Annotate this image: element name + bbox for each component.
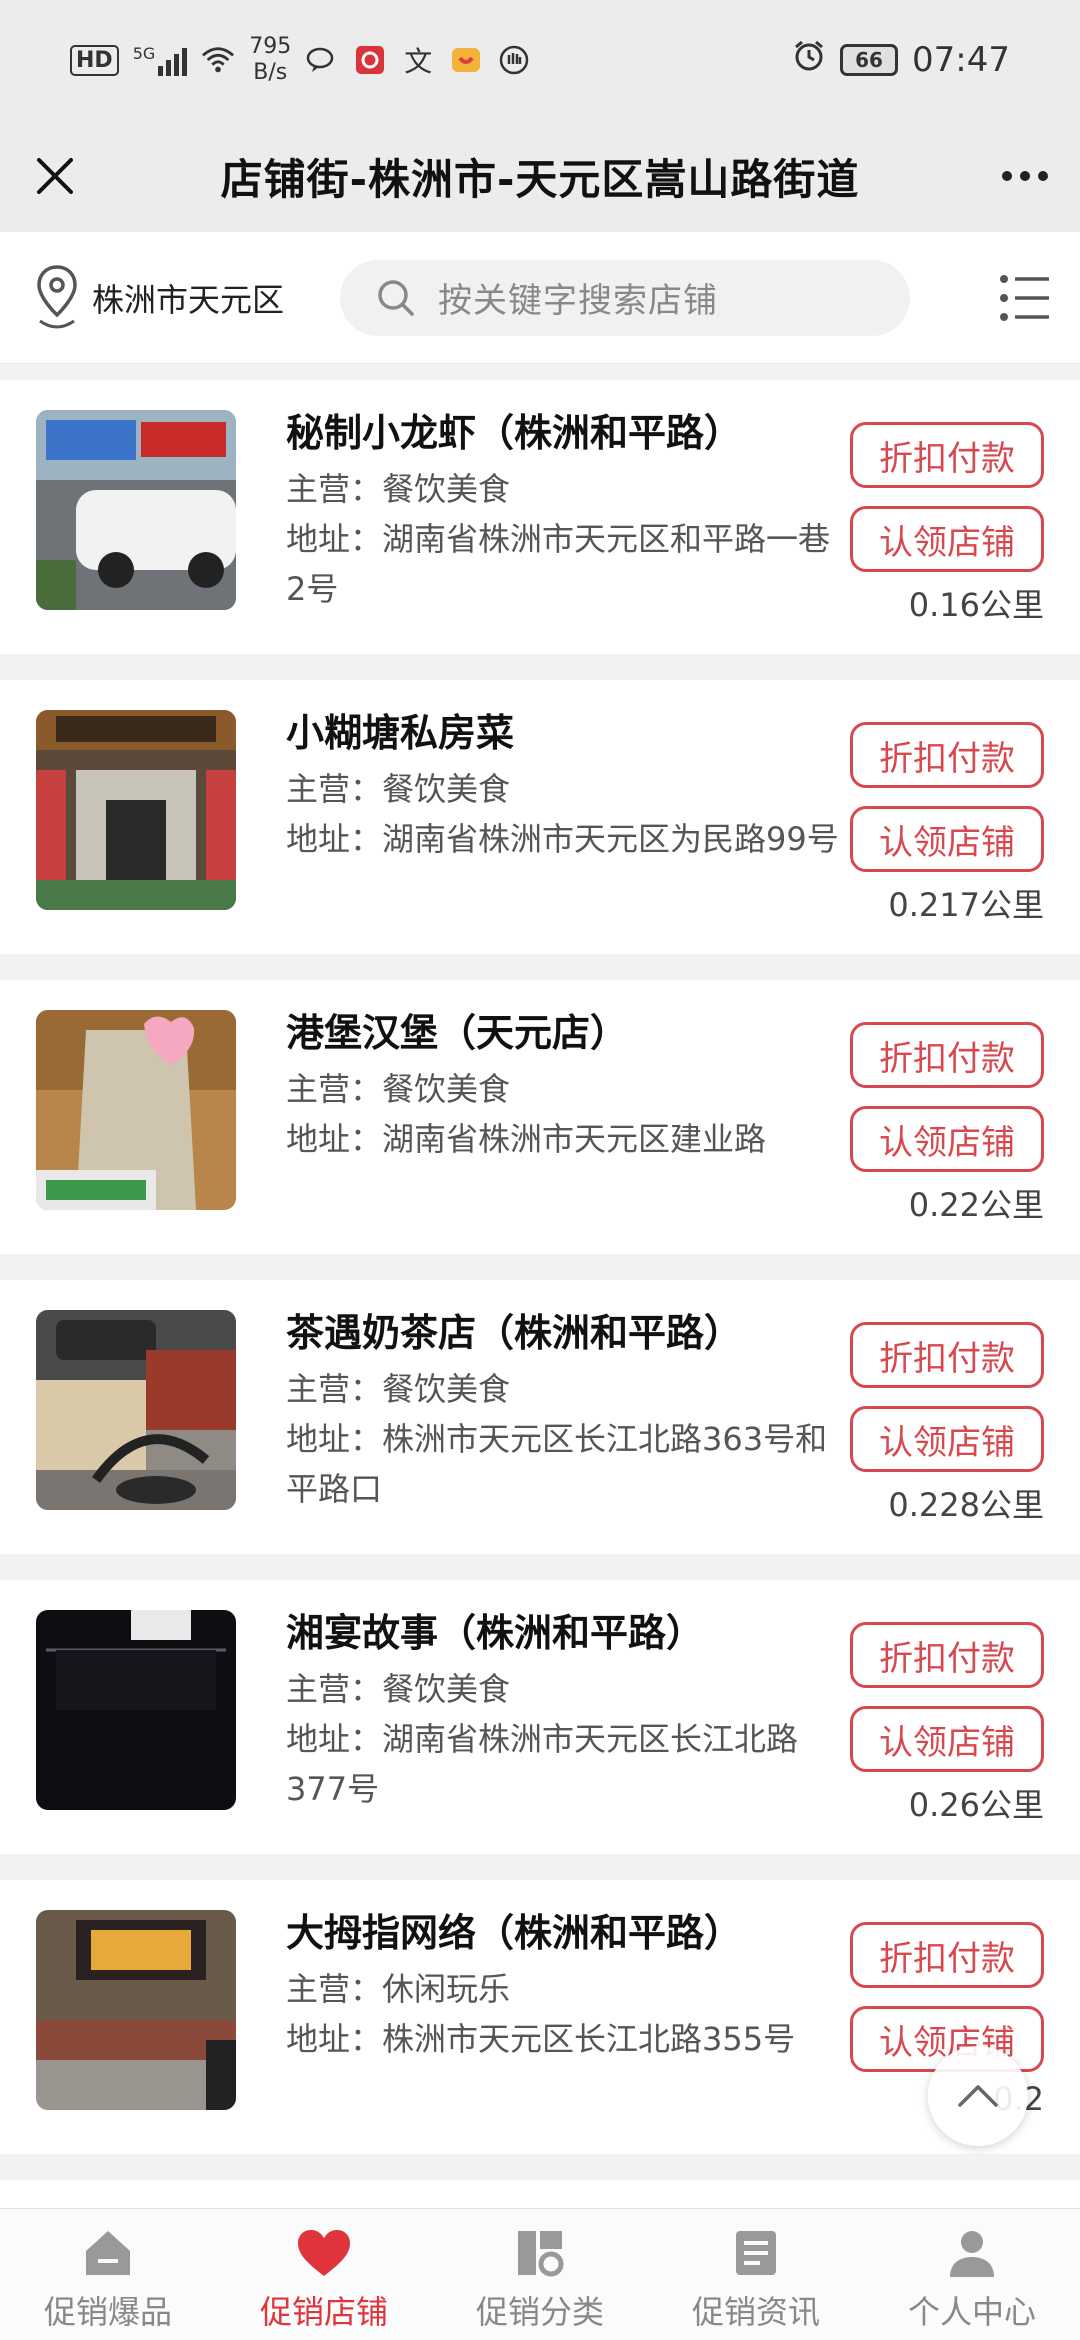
alarm-icon [792, 39, 826, 82]
news-icon [728, 2225, 784, 2281]
store-thumbnail [36, 1610, 236, 1810]
heart-icon [296, 2225, 352, 2281]
search-placeholder: 按关键字搜索店铺 [438, 281, 718, 321]
user-icon [944, 2225, 1000, 2281]
nav-item-profile[interactable]: 个人中心 [864, 2209, 1080, 2340]
store-address: 地址：湖南省株洲市天元区建业路 [286, 1120, 767, 1158]
store-card[interactable]: 茶遇奶茶店（株洲和平路） 主营：餐饮美食 地址：株洲市天元区长江北路363号和平… [0, 1280, 1080, 1554]
nav-label: 促销爆品 [43, 2293, 172, 2331]
search-input[interactable]: 按关键字搜索店铺 [340, 259, 910, 336]
wifi-icon [201, 43, 235, 77]
back-to-top-button[interactable] [928, 2046, 1028, 2146]
search-row: 株洲市天元区 按关键字搜索店铺 [0, 232, 1080, 364]
store-name[interactable]: 大拇指网络（株洲和平路） [286, 1906, 846, 1960]
network-type: 5G [132, 44, 156, 63]
nav-label: 促销店铺 [259, 2293, 388, 2331]
store-name[interactable]: 茶遇奶茶店（株洲和平路） [286, 1306, 846, 1360]
store-card[interactable]: 秘制小龙虾（株洲和平路） 主营：餐饮美食 地址：湖南省株洲市天元区和平路一巷2号… [0, 380, 1080, 654]
store-distance: 0.26公里 [908, 1786, 1044, 1824]
discount-pay-button[interactable]: 折扣付款 [850, 1622, 1044, 1688]
nav-item-stores[interactable]: 促销店铺 [216, 2209, 432, 2340]
store-category: 主营：餐饮美食 [286, 770, 511, 808]
store-address: 地址：株洲市天元区长江北路355号 [286, 2020, 796, 2058]
nav-item-hot-products[interactable]: 促销爆品 [0, 2209, 216, 2340]
store-category: 主营：餐饮美食 [286, 1070, 511, 1108]
store-category: 主营：餐饮美食 [286, 1370, 511, 1408]
list-menu-button[interactable] [994, 267, 1056, 329]
wallet-icon [449, 43, 483, 77]
store-category: 主营：休闲玩乐 [286, 1970, 511, 2008]
store-thumbnail [36, 1010, 236, 1210]
discount-pay-button[interactable]: 折扣付款 [850, 1022, 1044, 1088]
bottom-nav: 促销爆品 促销店铺 促销分类 促销资讯 个人中心 [0, 2208, 1080, 2340]
store-thumbnail [36, 1910, 236, 2110]
page-title: 店铺街-株洲市-天元区嵩山路街道 [220, 154, 860, 204]
location-pin-icon [37, 264, 77, 328]
discount-pay-button[interactable]: 折扣付款 [850, 422, 1044, 488]
store-address: 地址：湖南省株洲市天元区和平路一巷2号 [286, 520, 831, 608]
store-address: 地址：株洲市天元区长江北路363号和平路口 [286, 1420, 828, 1508]
close-icon [37, 158, 73, 194]
store-name[interactable]: 小糊塘私房菜 [286, 706, 846, 760]
claim-store-button[interactable]: 认领店铺 [850, 1106, 1044, 1172]
signal-icon: 5G [133, 44, 188, 76]
store-card[interactable]: 湘宴故事（株洲和平路） 主营：餐饮美食 地址：湖南省株洲市天元区长江北路377号… [0, 1580, 1080, 1854]
store-card[interactable]: 小糊塘私房菜 主营：餐饮美食 地址：湖南省株洲市天元区为民路99号 折扣付款 认… [0, 680, 1080, 954]
network-speed: 795 B/s [249, 34, 292, 85]
store-thumbnail [36, 410, 236, 610]
store-distance: 0.228公里 [888, 1486, 1044, 1524]
app-notification-icon [353, 43, 387, 77]
discount-pay-button[interactable]: 折扣付款 [850, 1922, 1044, 1988]
location-label: 株洲市天元区 [92, 280, 285, 319]
more-dots-icon [1002, 171, 1012, 181]
claim-store-button[interactable]: 认领店铺 [850, 1406, 1044, 1472]
store-name[interactable]: 湘宴故事（株洲和平路） [286, 1606, 846, 1660]
store-address: 地址：湖南省株洲市天元区为民路99号 [286, 820, 839, 858]
claim-store-button[interactable]: 认领店铺 [850, 506, 1044, 572]
translate-icon: 文 [404, 45, 433, 78]
store-card[interactable]: 大拇指网络（株洲和平路） 主营：休闲玩乐 地址：株洲市天元区长江北路355号 折… [0, 1880, 1080, 2154]
store-list: 秘制小龙虾（株洲和平路） 主营：餐饮美食 地址：湖南省株洲市天元区和平路一巷2号… [0, 380, 1080, 2240]
nav-label: 促销资讯 [691, 2293, 820, 2331]
nav-item-news[interactable]: 促销资讯 [648, 2209, 864, 2340]
chat-bubble-icon [305, 43, 339, 77]
status-bar: HD 5G 795 B/s 文 66 07:47 [0, 0, 1080, 120]
store-category: 主营：餐饮美食 [286, 470, 511, 508]
nav-label: 促销分类 [475, 2293, 604, 2331]
list-icon [1000, 274, 1049, 321]
nav-item-categories[interactable]: 促销分类 [432, 2209, 648, 2340]
hd-badge: HD [70, 44, 119, 76]
clock-time: 07:47 [912, 40, 1010, 80]
store-thumbnail [36, 710, 236, 910]
discount-pay-button[interactable]: 折扣付款 [850, 722, 1044, 788]
close-button[interactable] [0, 120, 110, 232]
search-icon [378, 279, 414, 316]
category-icon [512, 2225, 568, 2281]
store-card[interactable]: 港堡汉堡（天元店） 主营：餐饮美食 地址：湖南省株洲市天元区建业路 折扣付款 认… [0, 980, 1080, 1254]
more-options-button[interactable] [970, 120, 1080, 232]
store-thumbnail [36, 1310, 236, 1510]
store-distance: 0.217公里 [888, 886, 1044, 924]
store-distance: 0.22公里 [908, 1186, 1044, 1224]
store-name[interactable]: 秘制小龙虾（株洲和平路） [286, 406, 846, 460]
discount-pay-button[interactable]: 折扣付款 [850, 1322, 1044, 1388]
store-category: 主营：餐饮美食 [286, 1670, 511, 1708]
title-bar: 店铺街-株洲市-天元区嵩山路街道 [0, 120, 1080, 232]
store-distance: 0.16公里 [908, 586, 1044, 624]
store-address: 地址：湖南省株洲市天元区长江北路377号 [286, 1720, 799, 1808]
location-selector[interactable]: 株洲市天元区 [0, 263, 340, 333]
store-name[interactable]: 港堡汉堡（天元店） [286, 1006, 846, 1060]
battery-indicator: 66 [840, 44, 899, 76]
app-screen: HD 5G 795 B/s 文 66 07:47 店铺街-株洲市-天元区嵩山路街… [0, 0, 1080, 2340]
claim-store-button[interactable]: 认领店铺 [850, 806, 1044, 872]
hand-icon [497, 43, 531, 77]
nav-label: 个人中心 [907, 2293, 1036, 2331]
chevron-up-icon [958, 2085, 998, 2107]
claim-store-button[interactable]: 认领店铺 [850, 1706, 1044, 1772]
home-icon [80, 2225, 136, 2281]
